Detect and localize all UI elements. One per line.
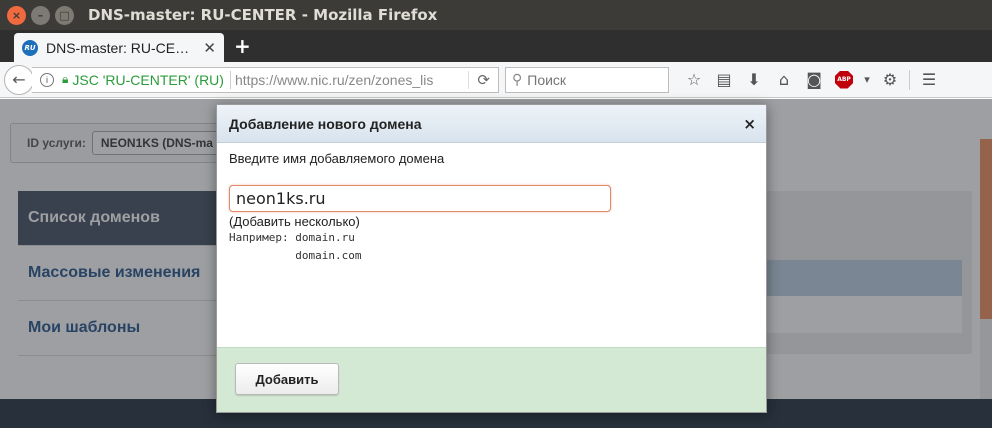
search-input[interactable]: [527, 71, 658, 88]
add-button[interactable]: Добавить: [235, 363, 339, 395]
extension-icon[interactable]: ⚙: [875, 65, 905, 95]
tab-label: DNS-master: RU-CE…: [46, 39, 190, 56]
hamburger-menu-icon[interactable]: ☰: [914, 65, 944, 95]
window-minimize-button[interactable]: –: [31, 5, 50, 25]
download-icon[interactable]: ⬇: [739, 65, 769, 95]
dialog-footer: Добавить: [217, 347, 766, 412]
url-separator: [229, 70, 231, 89]
pocket-icon[interactable]: ◙: [799, 65, 829, 95]
dialog-prompt: Введите имя добавляемого домена: [229, 151, 445, 166]
arrow-left-icon: ←: [12, 70, 26, 89]
dialog-title: Добавление нового домена: [229, 115, 422, 132]
window-title: DNS-master: RU-CENTER - Mozilla Firefox: [88, 6, 438, 24]
tab-bar: RU DNS-master: RU-CE… ✕: [0, 30, 992, 62]
url-bar[interactable]: i 🔒︎ JSC 'RU-CENTER' (RU) https://www.ni…: [32, 66, 499, 93]
window-titlebar: × – □ DNS-master: RU-CENTER - Mozilla Fi…: [0, 0, 992, 30]
info-icon[interactable]: i: [40, 72, 54, 87]
tab-dns-master[interactable]: RU DNS-master: RU-CE… ✕: [14, 33, 224, 62]
adblock-plus-button[interactable]: ABP: [829, 65, 859, 95]
add-multiple-link[interactable]: (Добавить несколько): [229, 214, 754, 229]
reading-list-icon[interactable]: ▤: [709, 65, 739, 95]
chevron-down-icon[interactable]: ▾: [859, 65, 875, 95]
window-maximize-button[interactable]: □: [55, 5, 74, 25]
home-icon[interactable]: ⌂: [769, 65, 799, 95]
navigation-bar: ← i 🔒︎ JSC 'RU-CENTER' (RU) https://www.…: [0, 62, 992, 98]
window-close-button[interactable]: ×: [7, 5, 26, 25]
new-tab-icon[interactable]: +: [234, 34, 251, 58]
tab-close-icon[interactable]: ✕: [203, 39, 216, 57]
search-bar[interactable]: ⚲: [505, 66, 669, 93]
reload-icon[interactable]: ⟳: [468, 70, 490, 89]
lock-icon: 🔒︎: [62, 72, 69, 86]
bookmark-star-icon[interactable]: ☆: [679, 65, 709, 95]
url-text[interactable]: https://www.nic.ru/zen/zones_lis: [235, 72, 461, 88]
domain-name-input[interactable]: [229, 185, 611, 212]
dialog-header: Добавление нового домена ×: [217, 105, 766, 143]
adblock-plus-icon: ABP: [835, 70, 853, 89]
add-domain-dialog: Добавление нового домена × Введите имя д…: [216, 104, 767, 413]
dialog-body: Введите имя добавляемого домена (Добавит…: [217, 143, 766, 348]
example-text: Например: domain.ru domain.com: [229, 231, 362, 262]
site-identity[interactable]: JSC 'RU-CENTER' (RU): [72, 72, 224, 88]
search-icon: ⚲: [512, 71, 523, 88]
close-icon[interactable]: ×: [743, 115, 756, 133]
back-button[interactable]: ←: [4, 64, 34, 95]
toolbar-divider: [909, 69, 910, 90]
ru-center-favicon-icon: RU: [22, 39, 38, 56]
